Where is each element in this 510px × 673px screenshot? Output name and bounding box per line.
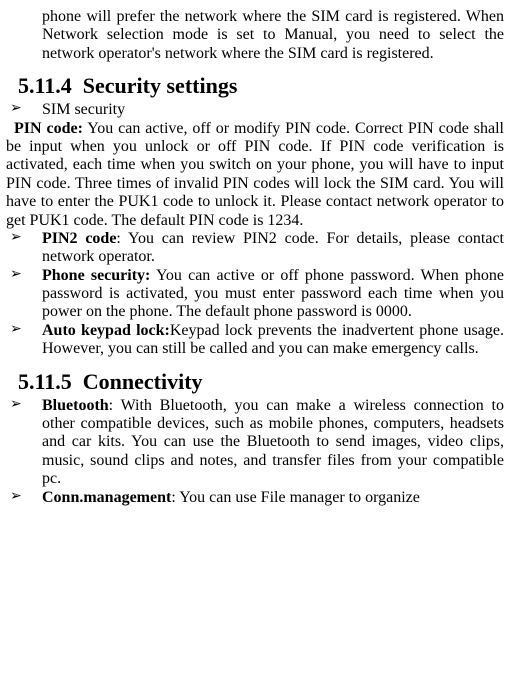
list-item-conn-management: Conn.management: You can use File manage… <box>4 489 506 507</box>
pin2-label: PIN2 code <box>42 230 116 247</box>
bluetooth-label: Bluetooth <box>42 397 109 414</box>
section-heading-security: 5.11.4 Security settings <box>18 73 506 99</box>
bluetooth-text: : With Bluetooth, you can make a wireles… <box>42 397 504 488</box>
section-title: Connectivity <box>83 369 203 394</box>
security-list: SIM security <box>4 101 506 119</box>
conn-management-label: Conn.management <box>42 489 171 506</box>
list-item-bluetooth: Bluetooth: With Bluetooth, you can make … <box>4 397 506 489</box>
security-list-2: PIN2 code: You can review PIN2 code. For… <box>4 230 506 359</box>
conn-management-text: : You can use File manager to organize <box>171 489 420 506</box>
pin-code-block: PIN code: You can active, off or modify … <box>6 120 504 230</box>
pin-code-label: PIN code: <box>14 120 83 137</box>
list-item-auto-keypad: Auto keypad lock:Keypad lock prevents th… <box>4 322 506 359</box>
section-title: Security settings <box>83 73 238 98</box>
intro-paragraph: phone will prefer the network where the … <box>42 8 504 63</box>
list-item-phone-security: Phone security: You can active or off ph… <box>4 267 506 322</box>
phone-security-label: Phone security: <box>42 267 150 284</box>
section-number: 5.11.4 <box>18 73 72 98</box>
section-number: 5.11.5 <box>18 369 72 394</box>
section-heading-connectivity: 5.11.5 Connectivity <box>18 369 506 395</box>
list-item-pin2: PIN2 code: You can review PIN2 code. For… <box>4 230 506 267</box>
list-item-sim-security: SIM security <box>4 101 506 119</box>
connectivity-list: Bluetooth: With Bluetooth, you can make … <box>4 397 506 507</box>
auto-keypad-label: Auto keypad lock: <box>42 322 170 339</box>
